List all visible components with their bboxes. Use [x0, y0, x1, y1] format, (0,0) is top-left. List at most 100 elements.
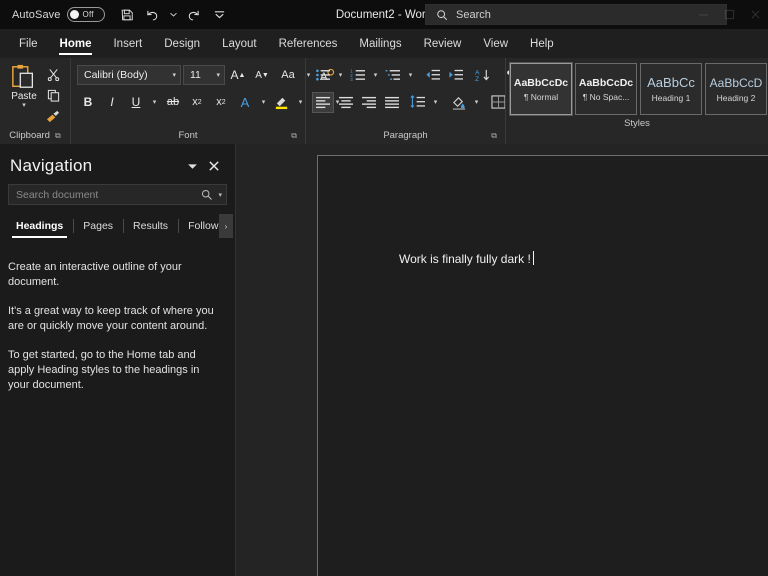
task-pane-options-button[interactable]: [181, 155, 203, 177]
styles-gallery: AaBbCcDc ¶ Normal AaBbCcDc ¶ No Spac... …: [506, 58, 768, 115]
cut-button[interactable]: [42, 65, 64, 83]
align-center-button[interactable]: [335, 92, 357, 113]
italic-button[interactable]: I: [101, 92, 123, 113]
tab-view[interactable]: View: [472, 29, 519, 58]
svg-text:3: 3: [350, 77, 353, 82]
navigation-paragraph-1: Create an interactive outline of your do…: [8, 260, 221, 290]
search-box[interactable]: Search: [425, 4, 727, 25]
decrease-indent-button[interactable]: [422, 65, 444, 86]
autosave-toggle-knob: [70, 10, 79, 19]
font-size-combo[interactable]: 11 ▾: [183, 65, 225, 85]
superscript-marker: 2: [222, 99, 226, 106]
style-card-normal[interactable]: AaBbCcDc ¶ Normal: [510, 63, 572, 115]
line-spacing-dropdown[interactable]: ▾: [430, 92, 441, 113]
font-dialog-launcher[interactable]: ⧉: [291, 131, 297, 141]
font-name-combo[interactable]: Calibri (Body) ▾: [77, 65, 181, 85]
clipboard-dialog-launcher[interactable]: ⧉: [55, 131, 61, 141]
navigation-search-wrap: Search document ▾: [0, 178, 235, 205]
shrink-font-button[interactable]: A▼: [251, 65, 273, 86]
bullets-icon: [315, 68, 331, 82]
autosave-control[interactable]: AutoSave Off: [12, 7, 105, 22]
style-preview-no-spacing: AaBbCcDc: [578, 77, 634, 89]
multilevel-list-button[interactable]: [382, 65, 404, 86]
redo-button[interactable]: [182, 4, 206, 26]
nav-tab-headings-label: Headings: [16, 220, 63, 232]
sort-icon: A Z: [475, 68, 491, 82]
paragraph-dialog-launcher[interactable]: ⧉: [491, 131, 497, 141]
style-preview-heading-2: AaBbCcD: [708, 76, 764, 90]
bullets-button[interactable]: [312, 65, 334, 86]
restore-button[interactable]: [716, 0, 742, 29]
bold-button[interactable]: B: [77, 92, 99, 113]
bullets-dropdown[interactable]: ▾: [335, 65, 346, 86]
text-effects-button[interactable]: A: [234, 92, 256, 113]
tab-help[interactable]: Help: [519, 29, 565, 58]
nav-tab-pages[interactable]: Pages: [73, 214, 123, 238]
tab-layout[interactable]: Layout: [211, 29, 268, 58]
style-card-heading-1[interactable]: AaBbCc Heading 1: [640, 63, 702, 115]
nav-tab-headings[interactable]: Headings: [6, 214, 73, 238]
underline-dropdown[interactable]: ▾: [149, 92, 160, 113]
tab-insert[interactable]: Insert: [102, 29, 153, 58]
paste-dropdown-icon[interactable]: ▾: [22, 103, 26, 109]
format-painter-button[interactable]: [42, 107, 64, 125]
numbering-button[interactable]: 1 2 3: [347, 65, 369, 86]
window-controls: [690, 0, 768, 29]
save-icon: [120, 8, 134, 22]
increase-indent-button[interactable]: [445, 65, 467, 86]
numbering-dropdown[interactable]: ▾: [370, 65, 381, 86]
tab-review[interactable]: Review: [413, 29, 473, 58]
text-highlight-button[interactable]: [271, 92, 293, 113]
tab-mailings[interactable]: Mailings: [348, 29, 412, 58]
superscript-button[interactable]: x2: [210, 92, 232, 113]
document-page[interactable]: Work is finally fully dark !: [317, 155, 768, 576]
grow-font-button[interactable]: A▲: [227, 65, 249, 86]
copy-button[interactable]: [42, 86, 64, 104]
multilevel-list-dropdown[interactable]: ▾: [405, 65, 416, 86]
shading-dropdown[interactable]: ▾: [471, 92, 482, 113]
sort-button[interactable]: A Z: [472, 65, 494, 86]
tab-design[interactable]: Design: [153, 29, 211, 58]
navigation-tabs-overflow-button[interactable]: ›: [219, 214, 233, 238]
text-effects-label: A: [241, 95, 250, 110]
undo-dropdown-button[interactable]: [167, 4, 180, 26]
tab-references[interactable]: References: [268, 29, 349, 58]
close-button[interactable]: [742, 0, 768, 29]
underline-label: U: [132, 95, 141, 109]
style-card-no-spacing[interactable]: AaBbCcDc ¶ No Spac...: [575, 63, 637, 115]
shading-button[interactable]: [448, 92, 470, 113]
grow-font-label: A: [231, 68, 239, 82]
autosave-state-label: Off: [83, 10, 94, 19]
minimize-button[interactable]: [690, 0, 716, 29]
align-right-button[interactable]: [358, 92, 380, 113]
nav-tab-follow[interactable]: Follow: [178, 214, 220, 238]
underline-button[interactable]: U: [125, 92, 147, 113]
style-card-heading-2[interactable]: AaBbCcD Heading 2: [705, 63, 767, 115]
ribbon-group-clipboard: Paste ▾: [0, 58, 70, 144]
subscript-button[interactable]: x2: [186, 92, 208, 113]
navigation-title: Navigation: [10, 156, 181, 176]
navigation-search-options-icon[interactable]: ▾: [218, 191, 222, 199]
paste-button[interactable]: Paste ▾: [6, 62, 42, 109]
justify-button[interactable]: [381, 92, 403, 113]
customize-quick-access-toolbar-button[interactable]: [208, 4, 232, 26]
text-effects-dropdown[interactable]: ▾: [258, 92, 269, 113]
strikethrough-button[interactable]: ab: [162, 92, 184, 113]
save-button[interactable]: [115, 4, 139, 26]
navigation-search-input[interactable]: Search document ▾: [8, 184, 227, 205]
line-spacing-button[interactable]: [407, 92, 429, 113]
tab-home[interactable]: Home: [49, 29, 103, 58]
navigation-search-placeholder: Search document: [16, 189, 201, 201]
autosave-toggle[interactable]: Off: [67, 7, 105, 22]
align-left-button[interactable]: [312, 92, 334, 113]
search-icon: [201, 189, 213, 201]
document-area[interactable]: Work is finally fully dark !: [236, 144, 768, 576]
undo-button[interactable]: [141, 4, 165, 26]
navigation-close-button[interactable]: [203, 155, 225, 177]
minimize-icon: [698, 9, 709, 20]
document-body-text[interactable]: Work is finally fully dark !: [399, 251, 534, 266]
ribbon-group-paragraph: ▾ 1 2 3 ▾: [305, 58, 505, 144]
tab-file[interactable]: File: [8, 29, 49, 58]
change-case-button[interactable]: Aa: [275, 65, 301, 86]
nav-tab-results[interactable]: Results: [123, 214, 178, 238]
